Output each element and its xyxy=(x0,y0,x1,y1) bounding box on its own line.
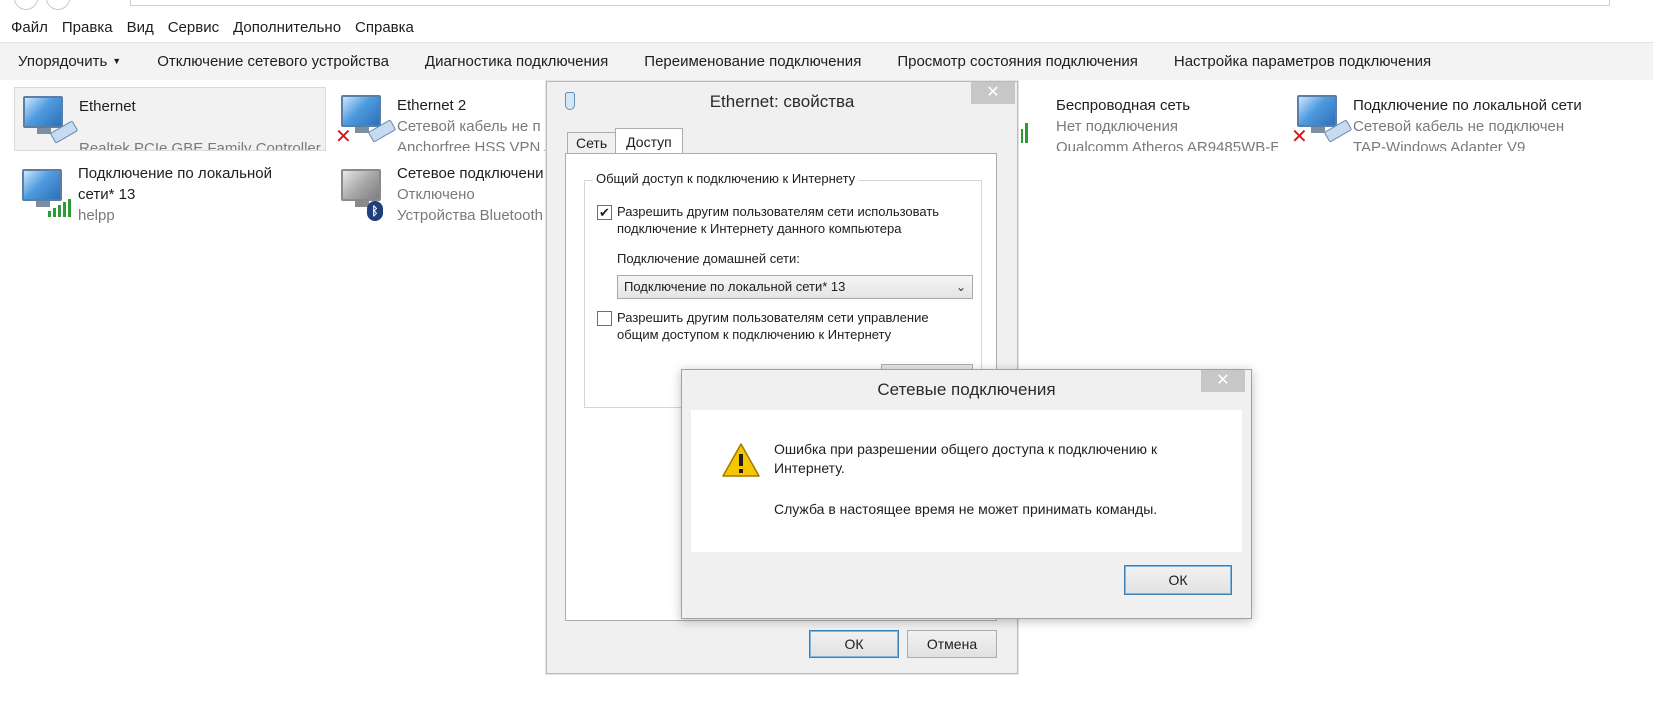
connection-ethernet-2[interactable]: ✕ Ethernet 2 Сетевой кабель не п Anchorf… xyxy=(333,87,548,151)
signal-bars-icon xyxy=(48,197,74,217)
connection-wireless[interactable]: Беспроводная сеть Нет подключения Qualco… xyxy=(1016,87,1278,151)
connection-device: Qualcomm Atheros AR9485WB-E... xyxy=(1056,139,1278,151)
menu-advanced[interactable]: Дополнительно xyxy=(226,19,348,36)
connection-device: Устройства Bluetooth xyxy=(397,207,544,224)
chevron-down-icon: ⌄ xyxy=(955,280,966,294)
close-button[interactable]: ✕ xyxy=(1201,370,1245,392)
back-button[interactable] xyxy=(14,0,38,10)
allow-control-label: Разрешить другим пользователям сети упра… xyxy=(617,310,929,342)
warning-icon xyxy=(722,443,760,477)
allow-sharing-checkbox[interactable]: ✔ xyxy=(597,205,612,220)
connection-name: Подключение по локальной xyxy=(78,165,272,182)
menu-edit[interactable]: Правка xyxy=(55,19,120,36)
close-button[interactable]: ✕ xyxy=(971,82,1015,104)
group-label: Общий доступ к подключению к Интернету xyxy=(593,171,859,186)
connection-name: Беспроводная сеть xyxy=(1056,97,1191,114)
tab-strip: Сеть Доступ xyxy=(567,128,683,154)
ok-button[interactable]: ОК xyxy=(809,630,899,658)
menu-help[interactable]: Справка xyxy=(348,19,421,36)
connection-name: Ethernet 2 xyxy=(397,97,467,114)
dialog-body: Ошибка при разрешении общего доступа к п… xyxy=(691,410,1242,552)
network-adapter-icon: ✕ xyxy=(333,87,397,151)
connection-status: Сетевой кабель не подключен xyxy=(1353,118,1565,135)
disable-device-button[interactable]: Отключение сетевого устройства xyxy=(139,53,407,70)
connection-local-area[interactable]: ✕ Подключение по локальной сети Сетевой … xyxy=(1289,87,1619,151)
connection-ethernet[interactable]: Ethernet Realtek PCIe GBE Family Control… xyxy=(14,87,326,151)
connection-name: Ethernet xyxy=(79,98,136,115)
connection-device: helpp xyxy=(78,207,115,224)
menu-bar: Файл Правка Вид Сервис Дополнительно Спр… xyxy=(0,14,421,40)
connection-name-line2: сети* 13 xyxy=(78,186,136,203)
connection-status: Сетевой кабель не п xyxy=(397,118,541,135)
network-adapter-icon xyxy=(14,161,78,225)
dialog-title: Сетевые подключения xyxy=(877,380,1056,399)
view-status-button[interactable]: Просмотр состояния подключения xyxy=(879,53,1156,70)
connection-status xyxy=(79,117,321,138)
dialog-title: Ethernet: свойства xyxy=(709,92,855,111)
connection-status: Нет подключения xyxy=(1056,118,1178,135)
network-connections-error-dialog: Сетевые подключения ✕ Ошибка при разреше… xyxy=(681,369,1252,619)
organize-label: Упорядочить xyxy=(18,53,108,70)
network-adapter-icon: ✕ xyxy=(1289,87,1353,151)
tab-network[interactable]: Сеть xyxy=(567,132,617,154)
chevron-down-icon: ▼ xyxy=(112,56,122,66)
connection-name: Сетевое подключени xyxy=(397,165,544,182)
menu-file[interactable]: Файл xyxy=(4,19,55,36)
error-message: Ошибка при разрешении общего доступа к п… xyxy=(774,441,1158,476)
connection-device: Anchorfree HSS VPN A xyxy=(397,139,548,151)
network-adapter-icon xyxy=(15,88,79,152)
connection-status: Отключено xyxy=(397,186,475,203)
connection-device: TAP-Windows Adapter V9 xyxy=(1353,139,1526,151)
connection-bluetooth[interactable]: ᛒ Сетевое подключени Отключено Устройств… xyxy=(333,161,548,225)
ok-button[interactable]: ОК xyxy=(1124,565,1232,595)
address-bar[interactable] xyxy=(130,0,1610,6)
change-settings-button[interactable]: Настройка параметров подключения xyxy=(1156,53,1449,70)
network-adapter-icon: ᛒ xyxy=(333,161,397,225)
disconnected-x-icon: ✕ xyxy=(335,126,352,148)
allow-control-checkbox[interactable] xyxy=(597,311,612,326)
organize-button[interactable]: Упорядочить ▼ xyxy=(8,53,139,70)
menu-tools[interactable]: Сервис xyxy=(161,19,226,36)
home-network-select[interactable]: Подключение по локальной сети* 13 ⌄ xyxy=(617,275,973,299)
disconnected-x-icon: ✕ xyxy=(1291,126,1308,148)
connection-device: Realtek PCIe GBE Family Controller xyxy=(79,140,321,150)
cancel-button[interactable]: Отмена xyxy=(907,630,997,658)
error-detail: Служба в настоящее время не может приним… xyxy=(774,501,1158,517)
bluetooth-icon: ᛒ xyxy=(367,201,383,221)
rename-button[interactable]: Переименование подключения xyxy=(626,53,879,70)
tab-sharing[interactable]: Доступ xyxy=(615,128,683,154)
menu-view[interactable]: Вид xyxy=(120,19,161,36)
diagnose-button[interactable]: Диагностика подключения xyxy=(407,53,626,70)
command-bar: Упорядочить ▼ Отключение сетевого устройс… xyxy=(0,42,1653,80)
forward-button[interactable] xyxy=(46,0,70,10)
wireless-adapter-icon xyxy=(1016,87,1040,151)
home-network-value: Подключение по локальной сети* 13 xyxy=(624,279,846,294)
home-network-label: Подключение домашней сети: xyxy=(617,251,800,266)
connection-name: Подключение по локальной сети xyxy=(1353,97,1582,114)
connection-local-area-13[interactable]: Подключение по локальной сети* 13 helpp xyxy=(14,161,326,225)
address-row xyxy=(0,0,1653,12)
allow-sharing-label: Разрешить другим пользователям сети испо… xyxy=(617,204,940,236)
